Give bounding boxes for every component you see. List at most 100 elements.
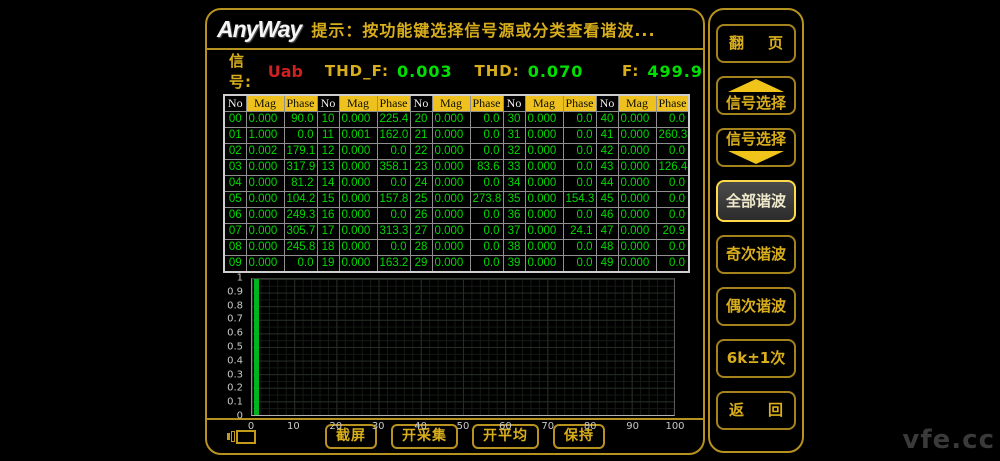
phase-value: 0.0	[377, 208, 410, 224]
mag-value: 0.000	[432, 240, 470, 256]
sidebar-button-label: 翻页	[718, 35, 794, 52]
harmonic-no: 00	[224, 112, 246, 128]
phase-value: 317.9	[284, 160, 317, 176]
mag-value: 0.000	[432, 144, 470, 160]
x-tick-label: 20	[329, 421, 342, 432]
mag-value: 0.000	[339, 256, 377, 273]
harmonic-no: 24	[410, 176, 432, 192]
mag-value: 0.000	[339, 176, 377, 192]
mag-value: 0.000	[339, 160, 377, 176]
panel-header: AnyWay 提示：按功能键选择信号源或分类查看谐波...	[207, 10, 703, 50]
phase-value: 162.0	[377, 128, 410, 144]
sidebar-button-label: 6k±1次	[727, 350, 785, 367]
mag-value: 0.000	[339, 208, 377, 224]
phase-value: 0.0	[470, 224, 503, 240]
phase-value: 163.2	[377, 256, 410, 273]
mag-value: 0.000	[246, 192, 284, 208]
mag-value: 0.000	[618, 208, 656, 224]
column-header: No	[503, 95, 525, 112]
mag-value: 0.000	[618, 176, 656, 192]
column-header: Mag	[618, 95, 656, 112]
x-tick-label: 50	[457, 421, 470, 432]
mag-value: 0.000	[246, 208, 284, 224]
phase-value: 0.0	[656, 240, 689, 256]
harmonic-no: 28	[410, 240, 432, 256]
y-tick-label: 0.4	[227, 355, 243, 366]
mag-value: 0.000	[525, 240, 563, 256]
phase-value: 0.0	[377, 144, 410, 160]
y-tick-label: 0.7	[227, 314, 243, 325]
harmonic-no: 08	[224, 240, 246, 256]
harmonic-no: 05	[224, 192, 246, 208]
x-tick-label: 90	[626, 421, 639, 432]
phase-value: 0.0	[656, 112, 689, 128]
column-header: Phase	[377, 95, 410, 112]
mag-value: 0.000	[246, 256, 284, 273]
mag-value: 0.000	[432, 176, 470, 192]
harmonic-no: 31	[503, 128, 525, 144]
y-tick-label: 0.5	[227, 342, 243, 353]
even-harmonics-button[interactable]: 偶次谐波	[716, 287, 796, 326]
x-axis-labels: 0102030405060708090100	[251, 419, 675, 433]
mag-value: 0.000	[246, 112, 284, 128]
harmonic-no: 32	[503, 144, 525, 160]
phase-value: 126.4	[656, 160, 689, 176]
harmonic-no: 15	[317, 192, 339, 208]
signal-select-down-button[interactable]: 信号选择	[716, 128, 796, 167]
page-turn-button[interactable]: 翻页	[716, 24, 796, 63]
harmonic-no: 43	[596, 160, 618, 176]
column-header: Phase	[563, 95, 596, 112]
thd-label: THD:	[474, 62, 519, 80]
mag-value: 0.000	[339, 144, 377, 160]
freq-value: 499.9	[647, 62, 703, 81]
up-arrow-icon	[728, 79, 784, 92]
phase-value: 0.0	[470, 176, 503, 192]
down-arrow-icon	[728, 151, 784, 164]
harmonic-no: 19	[317, 256, 339, 273]
harmonic-no: 46	[596, 208, 618, 224]
phase-value: 0.0	[656, 208, 689, 224]
column-header: Mag	[339, 95, 377, 112]
harmonic-no: 34	[503, 176, 525, 192]
mag-value: 0.000	[432, 128, 470, 144]
phase-value: 0.0	[377, 240, 410, 256]
anyway-logo: AnyWay	[217, 16, 301, 43]
phase-value: 24.1	[563, 224, 596, 240]
mag-value: 0.000	[618, 160, 656, 176]
phase-value: 0.0	[563, 128, 596, 144]
phase-value: 0.0	[284, 128, 317, 144]
mag-value: 0.000	[525, 208, 563, 224]
mag-value: 0.000	[246, 160, 284, 176]
all-harmonics-button[interactable]: 全部谐波	[716, 180, 796, 222]
mag-value: 0.000	[525, 224, 563, 240]
6k-plus-minus-1-button[interactable]: 6k±1次	[716, 339, 796, 378]
harmonic-no: 13	[317, 160, 339, 176]
harmonics-table: NoMagPhaseNoMagPhaseNoMagPhaseNoMagPhase…	[223, 94, 690, 273]
column-header: Mag	[525, 95, 563, 112]
column-header: Phase	[656, 95, 689, 112]
harmonic-no: 25	[410, 192, 432, 208]
harmonic-no: 04	[224, 176, 246, 192]
freq-label: F:	[622, 62, 639, 80]
mag-value: 0.000	[525, 144, 563, 160]
sidebar-button-label: 返回	[718, 402, 794, 419]
harmonic-no: 33	[503, 160, 525, 176]
phase-value: 0.0	[563, 208, 596, 224]
thdf-value: 0.003	[397, 62, 453, 81]
harmonic-no: 01	[224, 128, 246, 144]
signal-select-up-button[interactable]: 信号选择	[716, 76, 796, 115]
main-display-panel: AnyWay 提示：按功能键选择信号源或分类查看谐波... 信号: Uab TH…	[205, 8, 705, 455]
column-header: No	[224, 95, 246, 112]
sidebar-button-label: 全部谐波	[726, 193, 786, 210]
harmonic-no: 35	[503, 192, 525, 208]
harmonics-table-head-row: NoMagPhaseNoMagPhaseNoMagPhaseNoMagPhase…	[224, 95, 689, 112]
y-tick-label: 0	[237, 411, 243, 422]
column-header: Phase	[470, 95, 503, 112]
column-header: Mag	[246, 95, 284, 112]
signal-value: Uab	[268, 62, 303, 81]
phase-value: 0.0	[563, 160, 596, 176]
table-row: 070.000305.7170.000313.3270.0000.0370.00…	[224, 224, 689, 240]
odd-harmonics-button[interactable]: 奇次谐波	[716, 235, 796, 274]
return-button[interactable]: 返回	[716, 391, 796, 430]
harmonic-no: 06	[224, 208, 246, 224]
